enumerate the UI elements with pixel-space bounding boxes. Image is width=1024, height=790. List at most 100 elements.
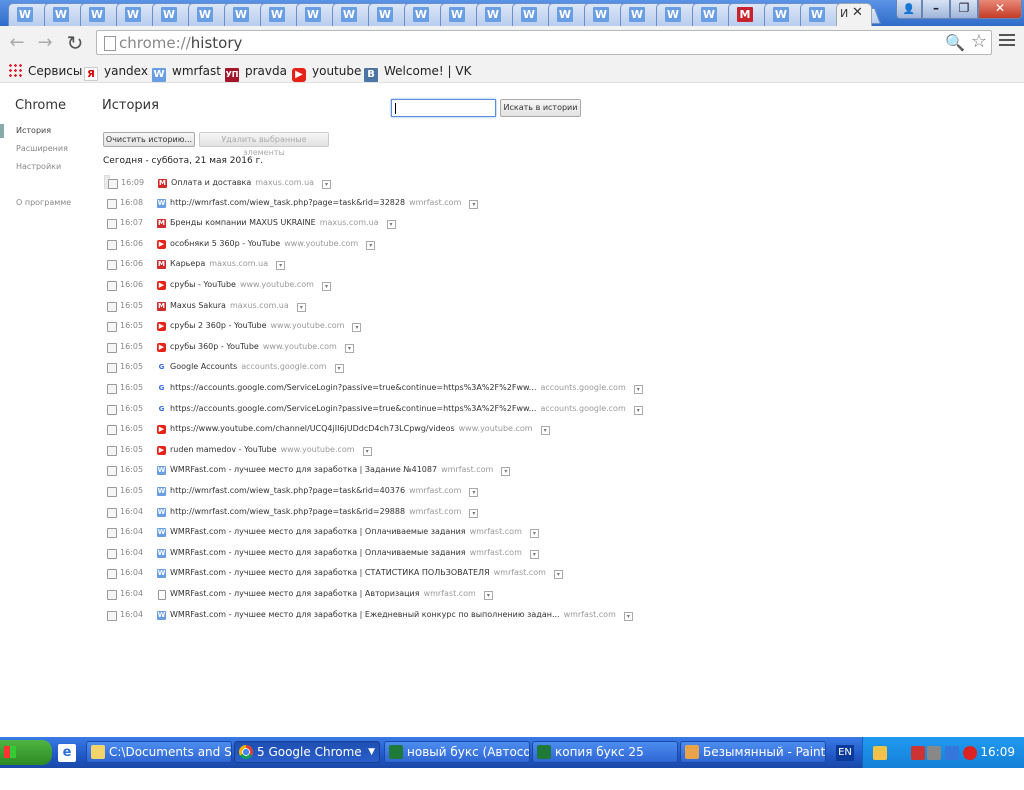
- bookmark-yandex[interactable]: Яyandex: [84, 63, 148, 81]
- entry-link[interactable]: https://accounts.google.com/ServiceLogin…: [170, 402, 643, 416]
- taskbar-item[interactable]: Безымянный - Paint: [680, 741, 826, 763]
- entry-link[interactable]: срубы 360р - YouTube www.youtube.com ▾: [170, 340, 354, 354]
- taskbar-item[interactable]: новый букс (Автосо...: [384, 741, 530, 763]
- entry-checkbox[interactable]: [107, 528, 117, 539]
- entry-checkbox[interactable]: [107, 384, 117, 394]
- entry-link[interactable]: WMRFast.com - лучшее место для заработка…: [170, 525, 539, 539]
- entry-checkbox[interactable]: [107, 610, 117, 621]
- entry-menu-icon[interactable]: ▾: [469, 508, 479, 518]
- entry-checkbox[interactable]: [107, 466, 117, 477]
- entry-menu-icon[interactable]: ▾: [296, 302, 306, 312]
- start-button[interactable]: Пуск: [0, 740, 52, 785]
- sidebar-item-extensions[interactable]: Расширения: [16, 144, 68, 153]
- history-search-input[interactable]: [391, 99, 496, 117]
- entry-link[interactable]: WMRFast.com - лучшее место для заработка…: [170, 463, 511, 477]
- bookmark-star-icon[interactable]: ☆: [971, 31, 987, 52]
- entry-link[interactable]: https://www.youtube.com/channel/UCQ4jII6…: [170, 422, 550, 436]
- tray-volume-icon[interactable]: [911, 746, 925, 760]
- entry-menu-icon[interactable]: ▾: [276, 261, 286, 271]
- entry-menu-icon[interactable]: ▾: [540, 426, 550, 436]
- close-window-button[interactable]: ✕: [978, 0, 1022, 19]
- entry-link[interactable]: Google Accounts accounts.google.com ▾: [170, 360, 344, 374]
- back-button[interactable]: ←: [6, 32, 28, 54]
- entry-menu-icon[interactable]: ▾: [366, 240, 376, 250]
- tab-close-icon[interactable]: ✕: [852, 5, 863, 20]
- tray-antivirus-icon[interactable]: [963, 746, 977, 760]
- entry-checkbox[interactable]: [107, 281, 117, 291]
- entry-link[interactable]: WMRFast.com - лучшее место для заработка…: [170, 587, 493, 601]
- entry-checkbox[interactable]: [107, 590, 117, 600]
- tray-monitor-icon[interactable]: [945, 746, 959, 760]
- entry-menu-icon[interactable]: ▾: [633, 405, 643, 415]
- group-dropdown-icon[interactable]: ▼: [368, 742, 375, 762]
- language-indicator[interactable]: EN: [836, 745, 854, 761]
- entry-link[interactable]: Карьера maxus.com.ua ▾: [170, 257, 286, 271]
- entry-link[interactable]: срубы - YouTube www.youtube.com ▾: [170, 278, 331, 292]
- entry-menu-icon[interactable]: ▾: [501, 467, 511, 477]
- profile-button[interactable]: 👤: [896, 0, 922, 19]
- entry-checkbox[interactable]: [107, 342, 117, 353]
- zoom-icon[interactable]: 🔍: [945, 33, 965, 52]
- entry-checkbox[interactable]: [107, 425, 117, 436]
- entry-link[interactable]: WMRFast.com - лучшее место для заработка…: [170, 546, 539, 560]
- entry-checkbox[interactable]: [107, 487, 117, 497]
- entry-link[interactable]: срубы 2 360р - YouTube www.youtube.com ▾: [170, 319, 362, 333]
- entry-menu-icon[interactable]: ▾: [352, 323, 362, 333]
- reload-button[interactable]: ↻: [64, 32, 86, 54]
- entry-link[interactable]: http://wmrfast.com/wiew_task.php?page=ta…: [170, 484, 479, 498]
- entry-checkbox[interactable]: [107, 363, 117, 374]
- entry-menu-icon[interactable]: ▾: [529, 529, 539, 539]
- entry-menu-icon[interactable]: ▾: [469, 199, 479, 209]
- entry-menu-icon[interactable]: ▾: [553, 570, 563, 580]
- clear-history-button[interactable]: Очистить историю...: [103, 132, 195, 147]
- search-history-button[interactable]: Искать в истории: [500, 99, 581, 117]
- entry-link[interactable]: особняки 5 360р - YouTube www.youtube.com…: [170, 237, 376, 251]
- taskbar-item[interactable]: C:\Documents and Se...: [86, 741, 232, 763]
- bookmark-pravda[interactable]: УП pravda: [225, 63, 287, 82]
- entry-link[interactable]: WMRFast.com - лучшее место для заработка…: [170, 608, 633, 622]
- history-entry[interactable]: 16:09 M Оплата и доставка maxus.com.ua ▾: [104, 175, 332, 189]
- entry-menu-icon[interactable]: ▾: [529, 549, 539, 559]
- menu-icon[interactable]: [999, 34, 1015, 49]
- entry-menu-icon[interactable]: ▾: [469, 488, 479, 497]
- entry-menu-icon[interactable]: ▾: [633, 385, 643, 394]
- entry-menu-icon[interactable]: ▾: [483, 591, 493, 600]
- sidebar-item-settings[interactable]: Настройки: [16, 162, 61, 171]
- bookmark-vk[interactable]: В Welcome! | VK: [364, 63, 471, 82]
- entry-checkbox[interactable]: [107, 569, 117, 580]
- entry-menu-icon[interactable]: ▾: [344, 343, 354, 353]
- minimize-button[interactable]: –: [922, 0, 950, 19]
- entry-checkbox[interactable]: [107, 260, 117, 271]
- entry-menu-icon[interactable]: ▾: [623, 611, 633, 621]
- entry-checkbox[interactable]: [107, 404, 117, 415]
- sidebar-item-history[interactable]: История: [16, 126, 51, 135]
- maximize-button[interactable]: ❐: [950, 0, 978, 19]
- entry-checkbox[interactable]: [108, 179, 118, 189]
- sidebar-item-about[interactable]: О программе: [16, 198, 71, 207]
- internet-explorer-icon[interactable]: e: [58, 744, 76, 762]
- browser-tab-active[interactable]: И ✕: [836, 3, 872, 26]
- taskbar-item[interactable]: копия букс 25: [532, 741, 678, 763]
- entry-link[interactable]: ruden mamedov - YouTube www.youtube.com ▾: [170, 443, 372, 457]
- entry-checkbox[interactable]: [107, 322, 117, 333]
- entry-menu-icon[interactable]: ▾: [362, 446, 372, 456]
- tray-settings-icon[interactable]: [927, 746, 941, 760]
- entry-checkbox[interactable]: [107, 548, 117, 559]
- bookmark-wmrfast[interactable]: Wwmrfast: [152, 63, 221, 82]
- entry-checkbox[interactable]: [107, 445, 117, 456]
- bookmark-services[interactable]: Сервисы: [8, 63, 82, 79]
- bookmark-youtube[interactable]: ▶ youtube: [292, 63, 361, 82]
- entry-menu-icon[interactable]: ▾: [386, 220, 396, 230]
- entry-checkbox[interactable]: [107, 198, 117, 209]
- tray-network-icon[interactable]: [873, 746, 887, 760]
- entry-link[interactable]: Бренды компании MAXUS UKRAINE maxus.com.u…: [170, 216, 396, 230]
- entry-checkbox[interactable]: [107, 239, 117, 250]
- taskbar-item[interactable]: 5 Google Chrome ▼: [234, 741, 380, 763]
- entry-link[interactable]: http://wmrfast.com/wiew_task.php?page=ta…: [170, 505, 479, 519]
- entry-menu-icon[interactable]: ▾: [322, 180, 332, 189]
- url-text[interactable]: chrome://history: [119, 34, 242, 52]
- delete-selected-button[interactable]: Удалить выбранные элементы: [199, 132, 329, 157]
- entry-menu-icon[interactable]: ▾: [321, 282, 331, 291]
- address-bar[interactable]: chrome://history 🔍 ☆: [96, 30, 992, 55]
- entry-link[interactable]: https://accounts.google.com/ServiceLogin…: [170, 381, 643, 395]
